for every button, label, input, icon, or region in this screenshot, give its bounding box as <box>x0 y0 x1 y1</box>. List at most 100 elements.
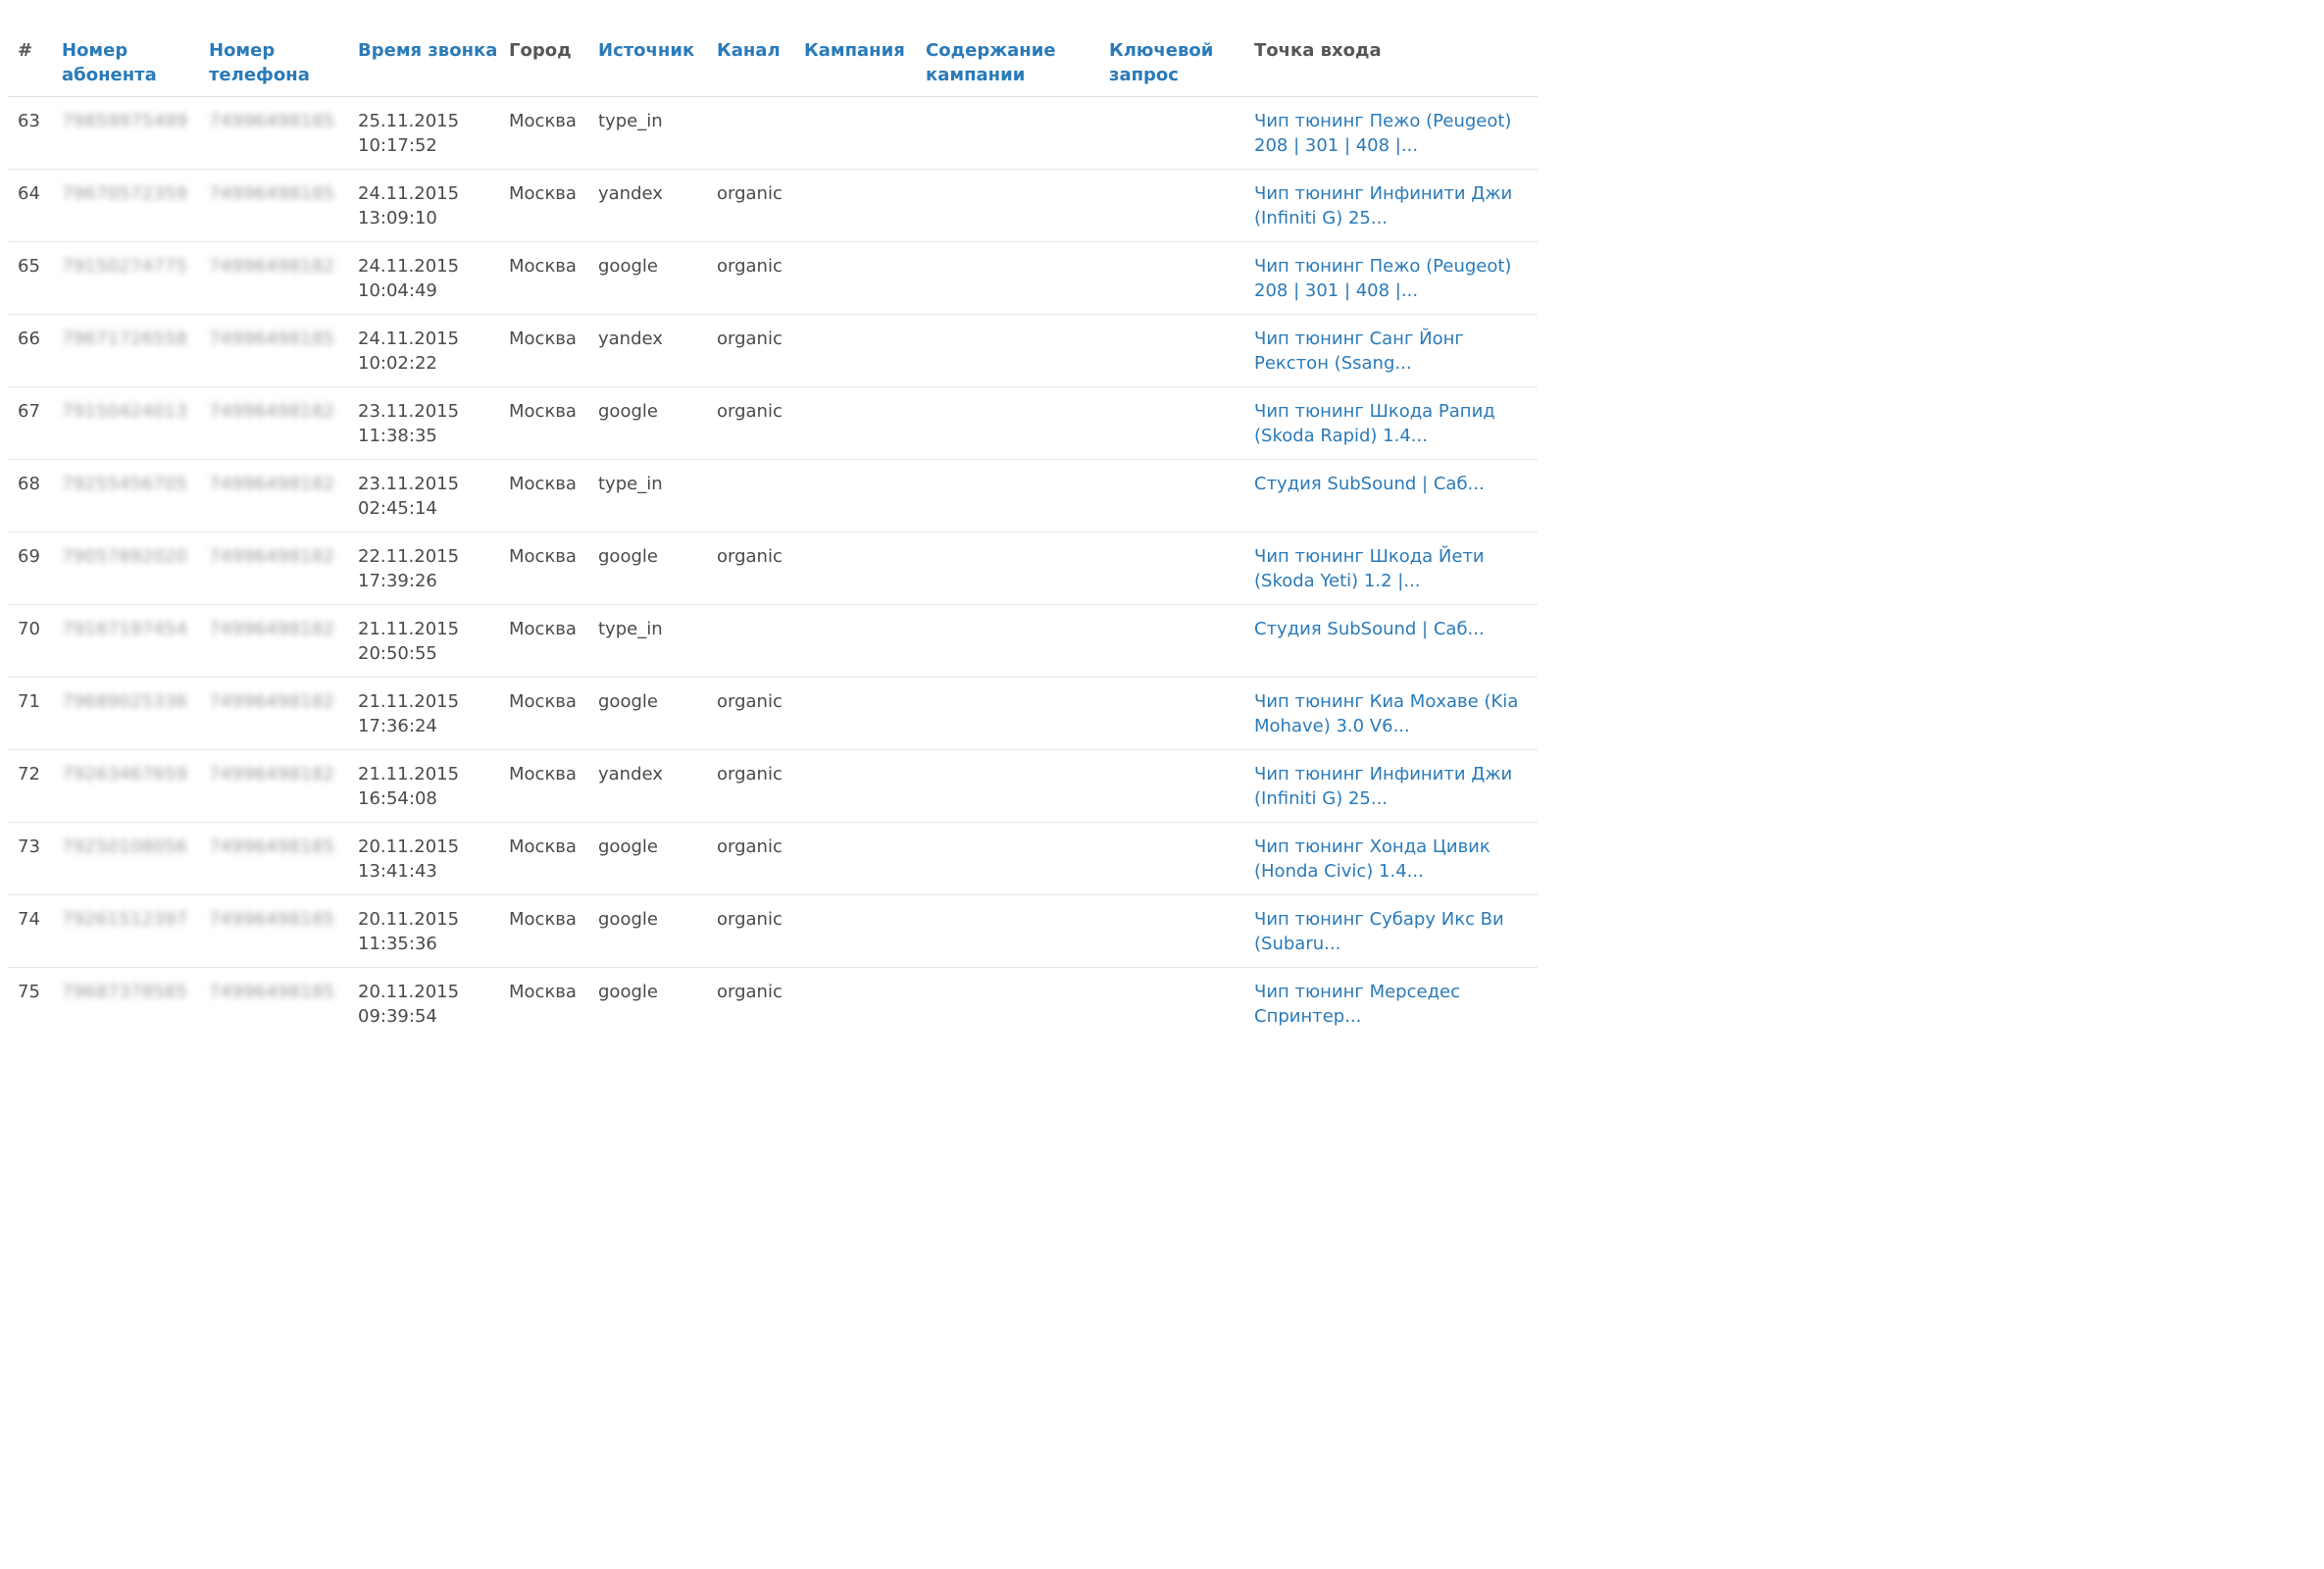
city: Москва <box>509 111 577 131</box>
campaign-cell <box>804 241 926 315</box>
table-row: 69 79057892020 74996498182 22.11.2015 17:39:… <box>8 531 1538 605</box>
source-cell: google <box>598 241 717 315</box>
phone-cell: 74996498182 <box>209 386 358 460</box>
phone-number: 74996498182 <box>209 619 335 639</box>
entry-point-line2: 208 | 301 | 408 |... <box>1254 135 1419 156</box>
source-cell: google <box>598 968 717 1040</box>
row-number-cell: 65 <box>8 241 62 315</box>
table-row: 74 79261512397 74996498185 20.11.2015 11:35:… <box>8 894 1538 968</box>
source: google <box>598 836 658 857</box>
campaign-content-cell <box>926 531 1109 605</box>
entry-point-cell: Чип тюнинг Шкода Рапид (Skoda Rapid) 1.4.… <box>1254 386 1538 460</box>
phone-number: 74996498182 <box>209 764 335 784</box>
column-header-label: Номер абонента <box>62 40 157 85</box>
city-cell: Москва <box>509 894 598 968</box>
channel-cell <box>717 96 804 170</box>
table-row: 67 79150424013 74996498182 23.11.2015 11:38:… <box>8 386 1538 460</box>
column-header-campaign[interactable]: Кампания <box>804 35 926 97</box>
city: Москва <box>509 619 577 639</box>
row-number: 71 <box>18 691 40 712</box>
city-cell: Москва <box>509 386 598 460</box>
column-header-source[interactable]: Источник <box>598 35 717 97</box>
phone-number: 74996498185 <box>209 909 335 930</box>
subscriber-cell: 79150274775 <box>62 241 209 315</box>
source-cell: yandex <box>598 314 717 387</box>
entry-point-line1: Чип тюнинг Пежо (Peugeot) <box>1254 256 1512 277</box>
subscriber-cell: 79150424013 <box>62 386 209 460</box>
channel-cell: organic <box>717 677 804 750</box>
subscriber-cell: 79057892020 <box>62 531 209 605</box>
column-header-subscriber[interactable]: Номер абонента <box>62 35 209 97</box>
city-cell: Москва <box>509 677 598 750</box>
call-date: 24.11.2015 <box>358 256 460 277</box>
subscriber-number: 79250108056 <box>62 836 188 857</box>
column-header-channel[interactable]: Канал <box>717 35 804 97</box>
source-cell: yandex <box>598 749 717 823</box>
column-header-phone[interactable]: Номер телефона <box>209 35 358 97</box>
subscriber-number: 79671726558 <box>62 329 188 349</box>
city-cell: Москва <box>509 749 598 823</box>
city-cell: Москва <box>509 96 598 170</box>
subscriber-cell: 79263467659 <box>62 749 209 823</box>
campaign-content-cell <box>926 386 1109 460</box>
city-cell: Москва <box>509 314 598 387</box>
entry-point-line2: (Honda Civic) 1.4... <box>1254 861 1424 882</box>
entry-point-link[interactable]: Чип тюнинг Мерседес Спринтер... <box>1254 980 1538 1029</box>
call-time-cell: 20.11.2015 09:39:54 <box>358 968 509 1040</box>
entry-point-link[interactable]: Чип тюнинг Шкода Рапид (Skoda Rapid) 1.4.… <box>1254 399 1538 448</box>
column-header-time[interactable]: Время звонка <box>358 35 509 97</box>
column-header-keyword[interactable]: Ключевой запрос <box>1109 35 1254 97</box>
city: Москва <box>509 401 577 422</box>
call-time-cell: 20.11.2015 11:35:36 <box>358 894 509 968</box>
call-time-cell: 20.11.2015 13:41:43 <box>358 822 509 895</box>
call-date: 20.11.2015 <box>358 836 460 857</box>
phone-number: 74996498185 <box>209 329 335 349</box>
entry-point-line2: (Infiniti G) 25... <box>1254 788 1389 809</box>
column-header-num: # <box>8 35 62 97</box>
entry-point-link[interactable]: Чип тюнинг Санг Йонг Рекстон (Ssang... <box>1254 327 1538 376</box>
campaign-cell <box>804 531 926 605</box>
entry-point-link[interactable]: Чип тюнинг Пежо (Peugeot) 208 | 301 | 408… <box>1254 109 1538 158</box>
row-number-cell: 63 <box>8 96 62 170</box>
call-clock: 17:39:26 <box>358 571 437 591</box>
entry-point-line2: (Skoda Yeti) 1.2 |... <box>1254 571 1421 591</box>
keyword-cell <box>1109 677 1254 750</box>
column-header-label: Город <box>509 40 572 61</box>
entry-point-cell: Студия SubSound | Саб... <box>1254 604 1538 678</box>
campaign-content-cell <box>926 749 1109 823</box>
row-number: 63 <box>18 111 40 131</box>
entry-point-link[interactable]: Чип тюнинг Хонда Цивик (Honda Civic) 1.4.… <box>1254 835 1538 884</box>
city: Москва <box>509 546 577 567</box>
city-cell: Москва <box>509 822 598 895</box>
column-header-content[interactable]: Содержание кампании <box>926 35 1109 97</box>
entry-point-link[interactable]: Чип тюнинг Шкода Йети (Skoda Yeti) 1.2 |.… <box>1254 544 1538 593</box>
entry-point-link[interactable]: Чип тюнинг Инфинити Джи (Infiniti G) 25..… <box>1254 181 1538 230</box>
entry-point-link[interactable]: Чип тюнинг Пежо (Peugeot) 208 | 301 | 408… <box>1254 254 1538 303</box>
source: google <box>598 909 658 930</box>
call-clock: 16:54:08 <box>358 788 437 809</box>
entry-point-cell: Чип тюнинг Пежо (Peugeot) 208 | 301 | 408… <box>1254 241 1538 315</box>
entry-point-link[interactable]: Чип тюнинг Инфинити Джи (Infiniti G) 25..… <box>1254 762 1538 811</box>
row-number: 73 <box>18 836 40 857</box>
campaign-cell <box>804 459 926 532</box>
subscriber-number: 79057892020 <box>62 546 188 567</box>
city: Москва <box>509 256 577 277</box>
subscriber-cell: 79671726558 <box>62 314 209 387</box>
keyword-cell <box>1109 604 1254 678</box>
row-number-cell: 67 <box>8 386 62 460</box>
campaign-cell <box>804 968 926 1040</box>
city-cell: Москва <box>509 241 598 315</box>
source: type_in <box>598 474 663 494</box>
entry-point-line2: Спринтер... <box>1254 1006 1362 1027</box>
entry-point-link[interactable]: Студия SubSound | Саб... <box>1254 472 1538 496</box>
row-number: 64 <box>18 183 40 204</box>
entry-point-link[interactable]: Чип тюнинг Киа Мохаве (Kia Mohave) 3.0 V6… <box>1254 689 1538 738</box>
entry-point-link[interactable]: Чип тюнинг Субару Икс Ви (Subaru... <box>1254 907 1538 956</box>
channel: organic <box>717 546 783 567</box>
entry-point-cell: Чип тюнинг Мерседес Спринтер... <box>1254 968 1538 1040</box>
subscriber-cell: 79255456705 <box>62 459 209 532</box>
entry-point-link[interactable]: Студия SubSound | Саб... <box>1254 617 1538 641</box>
channel: organic <box>717 183 783 204</box>
source: type_in <box>598 111 663 131</box>
phone-number: 74996498182 <box>209 256 335 277</box>
